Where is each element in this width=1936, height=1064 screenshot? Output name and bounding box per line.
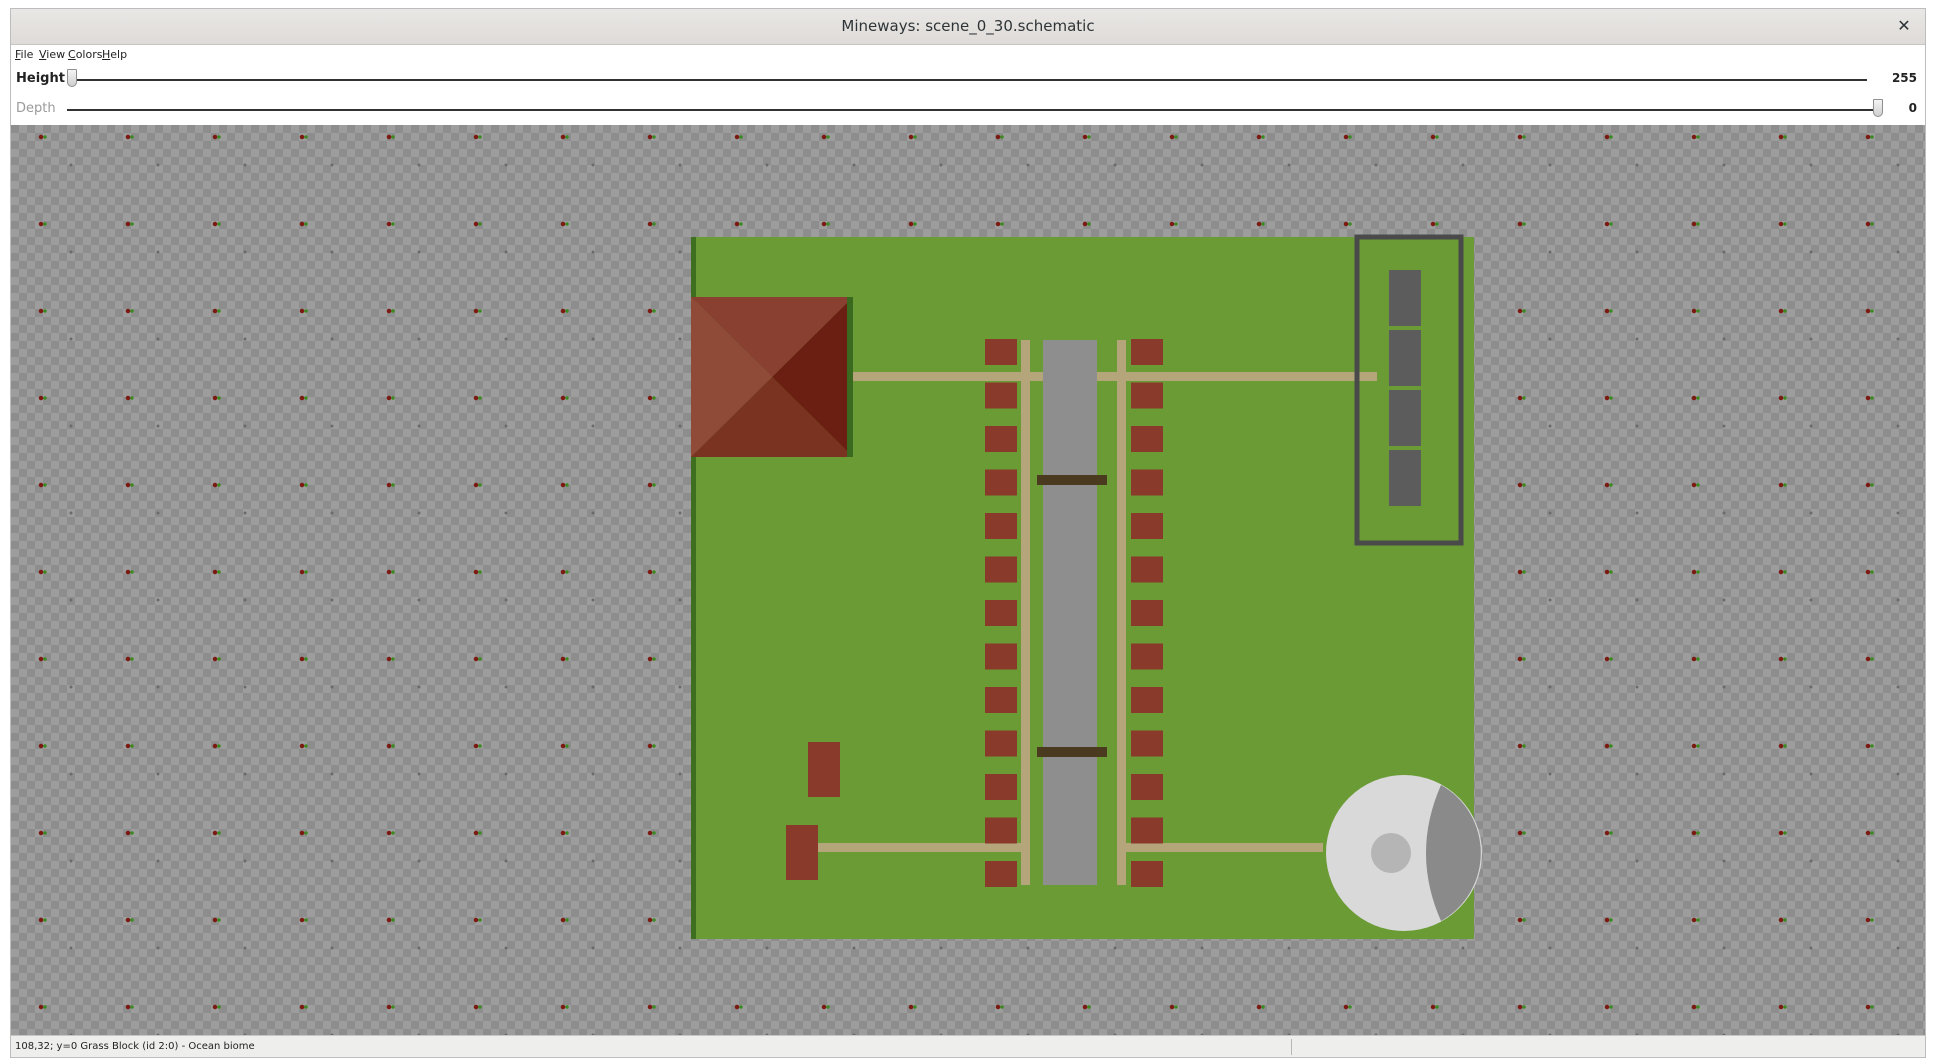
brick-block [985,469,1017,496]
close-icon[interactable]: ✕ [1893,15,1915,37]
brick-block [1131,730,1163,757]
brick-block [985,600,1017,626]
rail-bottom-left [801,843,1029,852]
stone-sphere-icon [1326,775,1482,931]
rail-bottom-right [1123,843,1323,852]
status-bar: 108,32; y=0 Grass Block (id 2:0) - Ocean… [11,1035,1925,1057]
brick-block [985,730,1017,757]
trapdoor-top [1037,475,1107,485]
brick-single-bottom [786,825,818,880]
brick-block [1131,339,1163,365]
brick-block [985,774,1017,800]
brick-block [985,861,1017,887]
brick-roof-icon [691,297,853,457]
brick-block [985,426,1017,452]
trapdoor-bottom [1037,747,1107,757]
brick-block [1131,382,1163,409]
brick-block [985,556,1017,583]
brick-block [1131,469,1163,496]
brick-block [1131,817,1163,844]
rail-vertical-left [1021,340,1030,885]
height-slider-thumb[interactable] [67,69,77,87]
menu-colors[interactable]: Colors [68,48,102,61]
brick-block [985,643,1017,670]
window-title: Mineways: scene_0_30.schematic [841,17,1095,35]
brick-block [1131,513,1163,539]
brick-block [985,513,1017,539]
height-value: 255 [1891,71,1917,85]
status-divider [1291,1039,1292,1055]
brick-block [985,687,1017,713]
menu-help[interactable]: Help [102,48,127,61]
brick-block [1131,556,1163,583]
menu-view[interactable]: View [39,48,65,61]
rail-vertical-right [1117,340,1126,885]
brick-block [1131,861,1163,887]
brick-single [808,742,840,797]
depth-value: 0 [1908,101,1917,115]
brick-block [985,382,1017,409]
depth-slider-track[interactable] [67,109,1883,111]
height-label: Height [16,71,65,86]
brick-block [985,817,1017,844]
map-view[interactable] [11,125,1926,1035]
title-bar: Mineways: scene_0_30.schematic ✕ [11,9,1925,45]
status-text: 108,32; y=0 Grass Block (id 2:0) - Ocean… [15,1041,255,1052]
brick-block [1131,600,1163,626]
height-slider-row: Height 255 [11,65,1925,95]
depth-slider-row: Depth 0 [11,95,1925,125]
rail-top-right [1117,372,1377,381]
height-slider-track[interactable] [73,79,1867,81]
stone-channel [1043,340,1097,885]
brick-block [985,339,1017,365]
mineways-window: Mineways: scene_0_30.schematic ✕ File Vi… [10,8,1926,1058]
map-canvas[interactable] [11,125,1926,1035]
brick-block [1131,643,1163,670]
depth-label: Depth [16,101,56,116]
menu-bar: File View Colors Help [11,45,1925,65]
brick-block [1131,426,1163,452]
depth-slider-thumb[interactable] [1873,99,1883,117]
brick-block [1131,687,1163,713]
rail-top-left [853,372,1153,381]
menu-file[interactable]: File [15,48,33,61]
brick-block [1131,774,1163,800]
